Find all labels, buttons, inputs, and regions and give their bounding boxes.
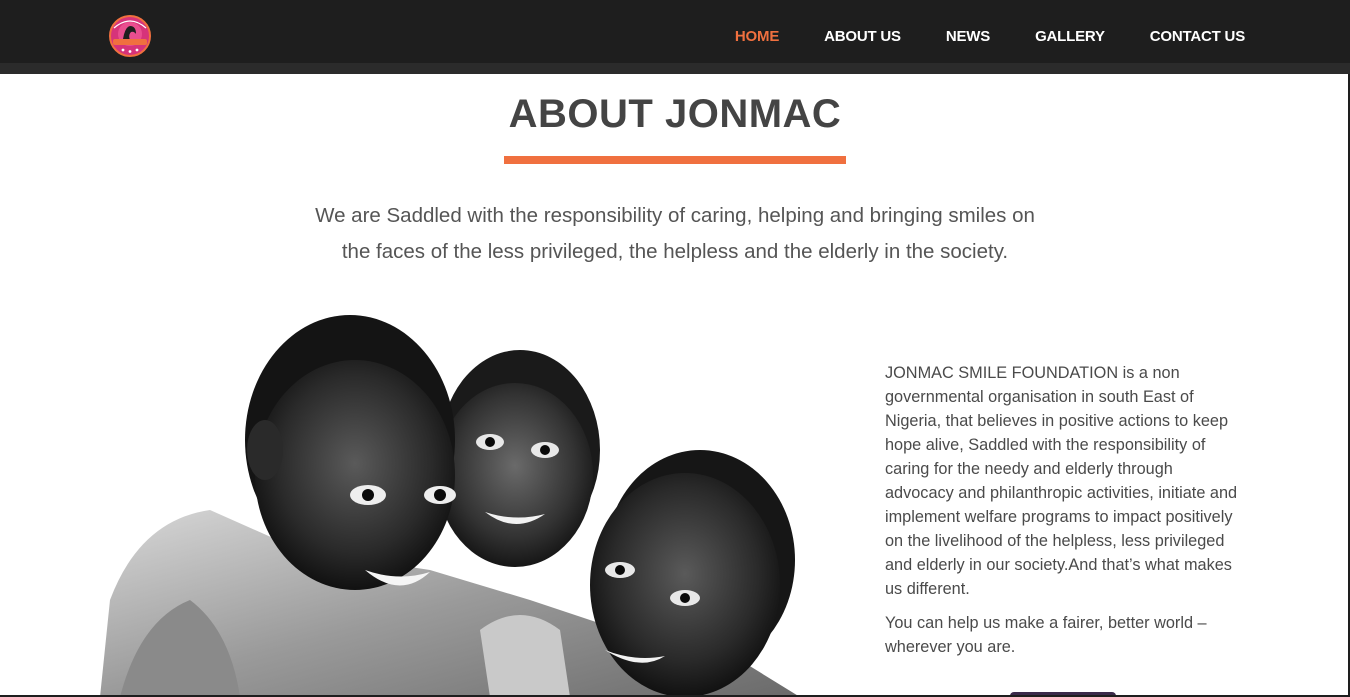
header-background-texture xyxy=(160,0,193,63)
nav-home[interactable]: HOME xyxy=(735,28,779,45)
about-description: JONMAC SMILE FOUNDATION is a non governm… xyxy=(885,361,1245,669)
nav-contact-us[interactable]: CONTACT US xyxy=(1150,28,1245,45)
intro-line-2: the faces of the less privileged, the he… xyxy=(341,240,1009,263)
nav-news[interactable]: NEWS xyxy=(946,28,990,45)
about-paragraph-2: You can help us make a fairer, better wo… xyxy=(885,614,1207,656)
children-photo xyxy=(100,315,800,697)
top-navigation-bar: HOME ABOUT US NEWS GALLERY CONTACT US xyxy=(0,0,1350,74)
foundation-logo-icon[interactable] xyxy=(106,14,154,58)
title-underline xyxy=(504,156,846,164)
intro-text: We are Saddled with the responsibility o… xyxy=(305,198,1045,270)
main-nav: HOME ABOUT US NEWS GALLERY CONTACT US xyxy=(690,0,1245,63)
nav-gallery[interactable]: GALLERY xyxy=(1035,28,1105,45)
about-paragraph-1: JONMAC SMILE FOUNDATION is a non governm… xyxy=(885,364,1238,598)
page-title: ABOUT JONMAC xyxy=(508,92,842,136)
intro-line-1: We are Saddled with the responsibility o… xyxy=(315,204,1035,227)
nav-about-us[interactable]: ABOUT US xyxy=(824,28,901,45)
